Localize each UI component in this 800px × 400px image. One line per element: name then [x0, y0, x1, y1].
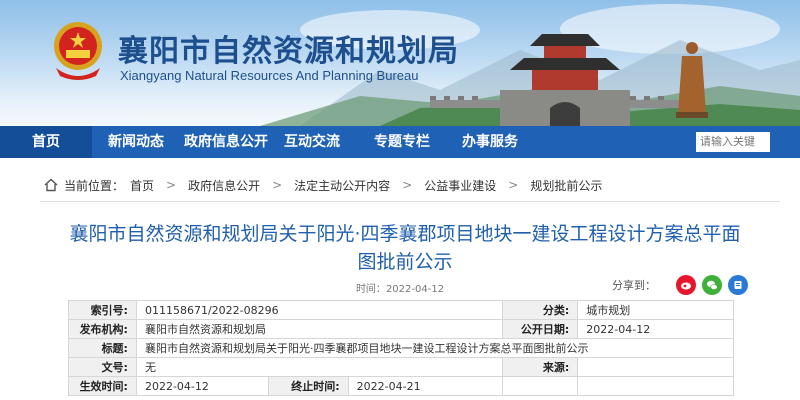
nav-right-edge [770, 126, 800, 158]
index-label: 索引号: [68, 300, 137, 320]
nav-item-gov-info[interactable]: 政府信息公开 [184, 126, 268, 158]
breadcrumb-item-gov-info[interactable]: 政府信息公开 [188, 177, 260, 194]
qzone-icon[interactable] [728, 275, 748, 295]
search-input[interactable] [696, 132, 760, 152]
site-subtitle: Xiangyang Natural Resources And Planning… [120, 68, 419, 83]
publisher-value: 襄阳市自然资源和规划局 [135, 319, 504, 339]
breadcrumb-prefix: 当前位置： [64, 178, 125, 193]
site-title: 襄阳市自然资源和规划局 [118, 34, 459, 69]
main-nav: 首页 新闻动态 政府信息公开 互动交流 专题专栏 办事服务 [0, 126, 800, 158]
effective-value: 2022-04-12 [135, 376, 269, 396]
time-label: 时间： [355, 284, 386, 295]
document-info-table: 索引号: 011158671/2022-08296 分类: 城市规划 发布机构:… [68, 300, 735, 396]
breadcrumb-item-home[interactable]: 首页 [130, 177, 154, 194]
index-value: 011158671/2022-08296 [135, 300, 504, 320]
header-banner: 襄阳市自然资源和规划局 Xiangyang Natural Resources … [0, 0, 800, 126]
share-label: 分享到： [612, 279, 656, 292]
table-row: 标题: 襄阳市自然资源和规划局关于阳光·四季襄郡项目地块一建设工程设计方案总平面… [68, 338, 735, 358]
source-label: 来源: [502, 357, 579, 377]
docno-value: 无 [135, 357, 504, 377]
title-value: 襄阳市自然资源和规划局关于阳光·四季襄郡项目地块一建设工程设计方案总平面图批前公… [135, 338, 735, 358]
pubdate-value: 2022-04-12 [577, 319, 734, 339]
breadcrumb-separator: > [508, 178, 519, 192]
category-value: 城市规划 [577, 300, 734, 320]
docno-label: 文号: [68, 357, 137, 377]
nav-item-home[interactable]: 首页 [0, 126, 92, 158]
time-value: 2022-04-12 [385, 284, 445, 295]
weibo-icon[interactable] [676, 275, 696, 295]
article-title: 襄阳市自然资源和规划局关于阳光·四季襄郡项目地块一建设工程设计方案总平面图批前公… [69, 223, 741, 273]
breadcrumb-separator: > [166, 178, 177, 192]
source-value [577, 357, 734, 377]
breadcrumb-separator: > [402, 178, 413, 192]
statue-illustration [676, 42, 708, 118]
share-bar: 分享到： [612, 275, 748, 295]
end-label: 终止时间: [267, 376, 349, 396]
nav-item-news[interactable]: 新闻动态 [108, 126, 164, 158]
home-icon [44, 178, 58, 192]
breadcrumb-item-statutory[interactable]: 法定主动公开内容 [294, 177, 390, 194]
empty-cell [577, 376, 734, 396]
nav-item-interaction[interactable]: 互动交流 [284, 126, 340, 158]
table-row: 生效时间: 2022-04-12 终止时间: 2022-04-21 [68, 376, 734, 396]
publisher-label: 发布机构: [68, 319, 137, 339]
city-gate-tower-illustration [500, 34, 630, 126]
category-label: 分类: [502, 300, 579, 320]
pubdate-label: 公开日期: [502, 319, 579, 339]
empty-cell [502, 376, 579, 396]
nav-item-topics[interactable]: 专题专栏 [374, 126, 430, 158]
national-emblem [54, 22, 102, 80]
nav-item-services[interactable]: 办事服务 [462, 126, 518, 158]
table-row: 文号: 无 来源: [68, 357, 734, 377]
breadcrumb-divider [40, 201, 780, 202]
effective-label: 生效时间: [68, 376, 137, 396]
end-value: 2022-04-21 [347, 376, 504, 396]
breadcrumb: 当前位置： 首页 > 政府信息公开 > 法定主动公开内容 > 公益事业建设 > … [44, 174, 602, 196]
table-row: 发布机构: 襄阳市自然资源和规划局 公开日期: 2022-04-12 [68, 319, 734, 339]
breadcrumb-separator: > [272, 178, 283, 192]
breadcrumb-item-planning-notice[interactable]: 规划批前公示 [530, 177, 602, 194]
breadcrumb-item-public-welfare[interactable]: 公益事业建设 [424, 177, 496, 194]
search-button[interactable] [758, 132, 770, 152]
wechat-icon[interactable] [702, 275, 722, 295]
table-row: 索引号: 011158671/2022-08296 分类: 城市规划 [68, 300, 734, 320]
title-label: 标题: [68, 338, 137, 358]
